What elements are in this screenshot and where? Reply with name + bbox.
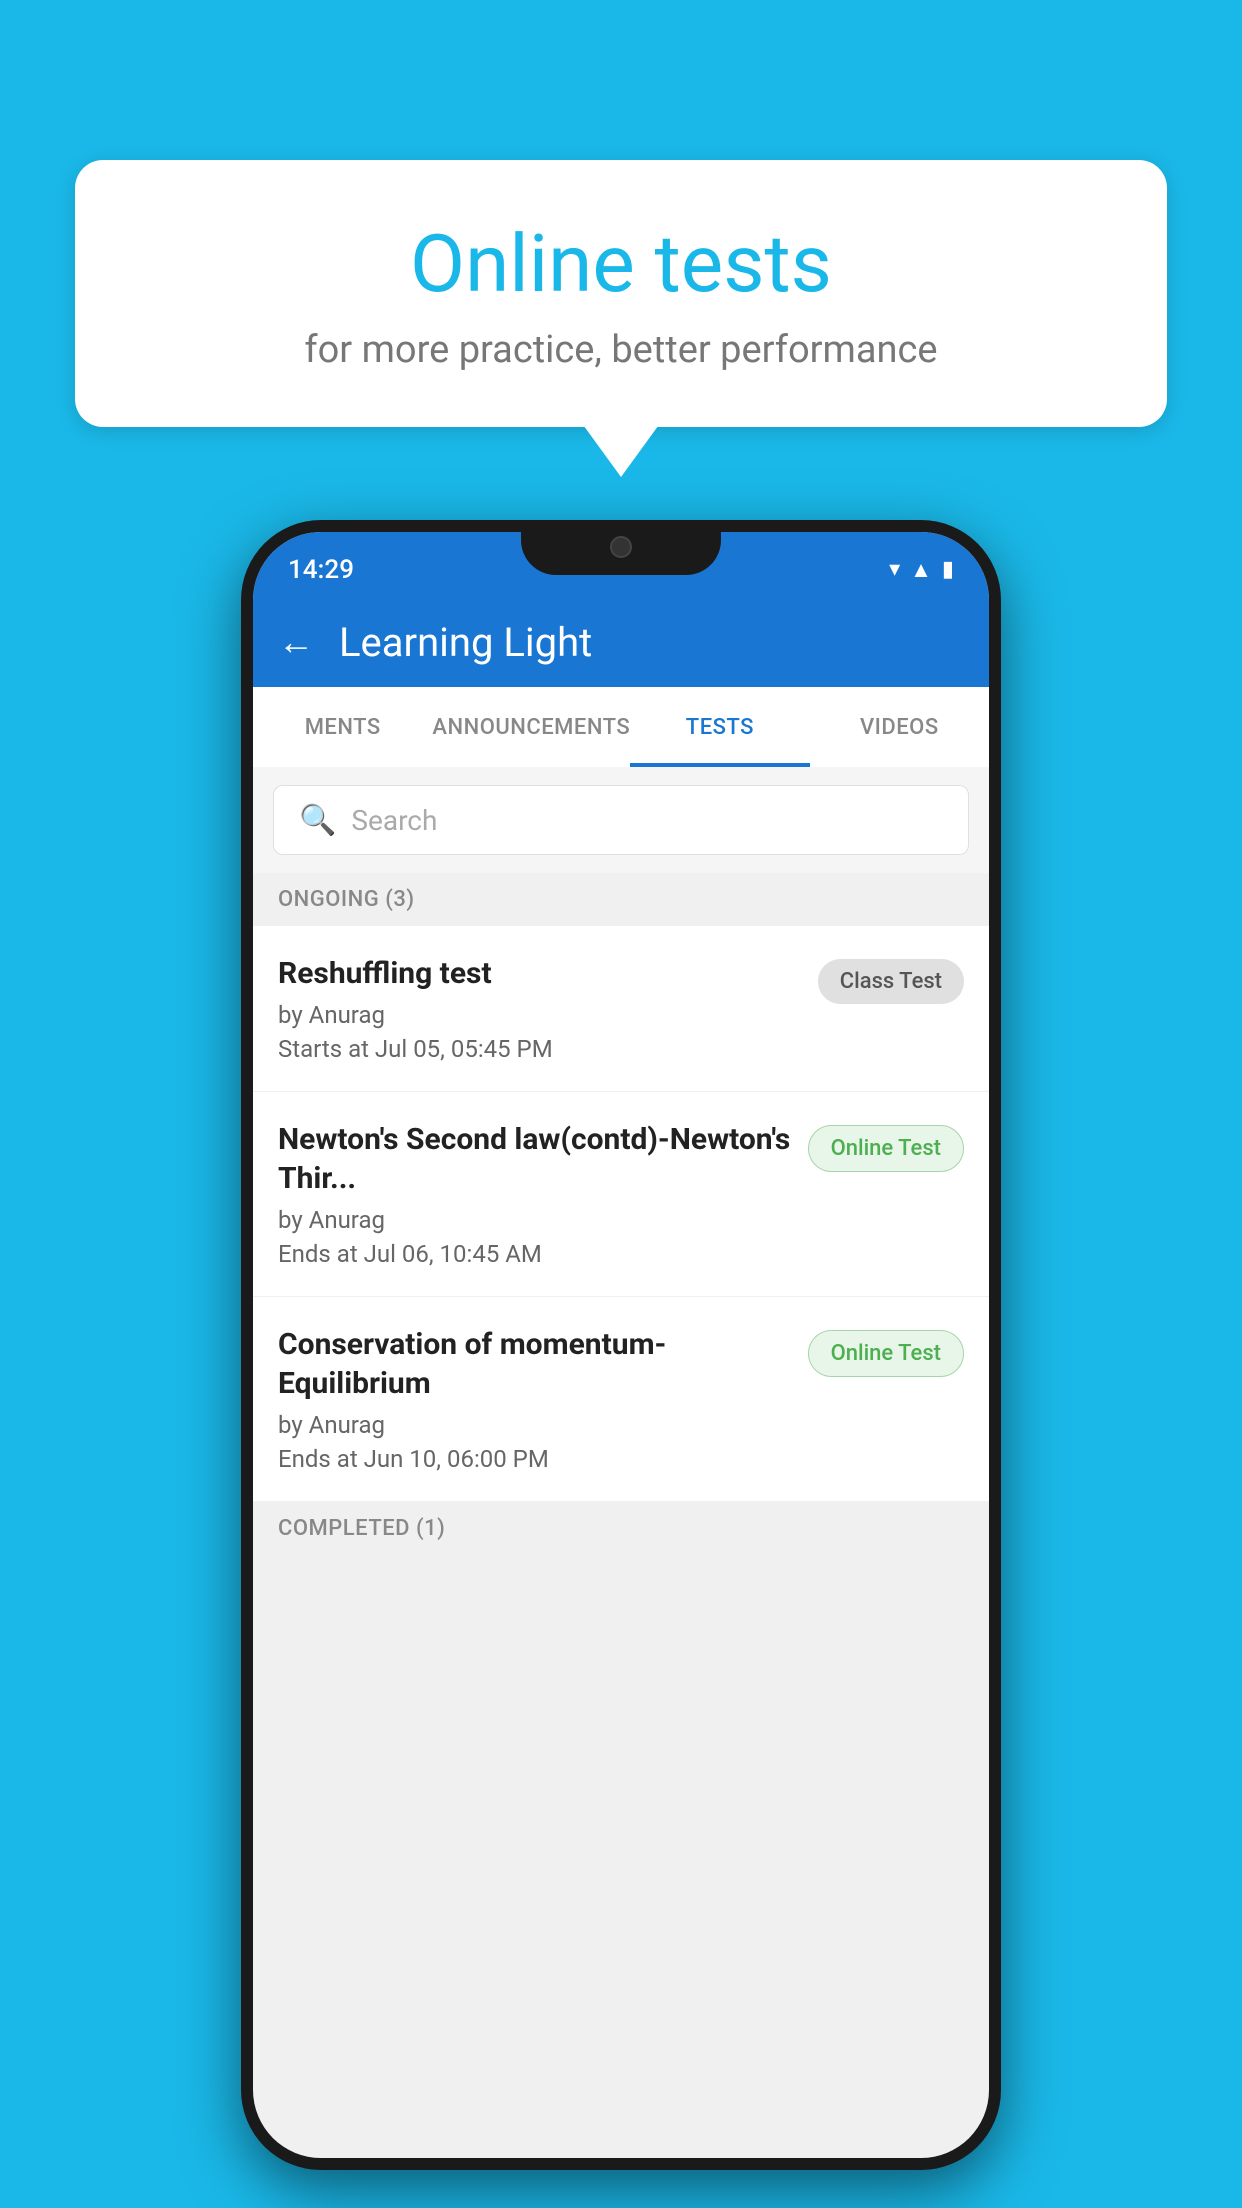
completed-section-title: COMPLETED (1) (278, 1516, 445, 1541)
test-date-reshuffling: Starts at Jul 05, 05:45 PM (278, 1035, 803, 1063)
test-name-reshuffling: Reshuffling test (278, 954, 803, 993)
test-info-conservation: Conservation of momentum-Equilibrium by … (278, 1325, 808, 1473)
test-author-conservation: by Anurag (278, 1411, 793, 1439)
tab-videos[interactable]: VIDEOS (810, 687, 989, 767)
test-date-conservation: Ends at Jun 10, 06:00 PM (278, 1445, 793, 1473)
tabs-bar: MENTS ANNOUNCEMENTS TESTS VIDEOS (253, 687, 989, 767)
app-bar-title: Learning Light (339, 619, 592, 666)
test-badge-newton: Online Test (808, 1125, 964, 1172)
search-placeholder: Search (351, 804, 437, 837)
tab-ments[interactable]: MENTS (253, 687, 432, 767)
ongoing-section-header: ONGOING (3) (253, 873, 989, 926)
test-date-newton: Ends at Jul 06, 10:45 AM (278, 1240, 793, 1268)
tab-tests[interactable]: TESTS (630, 687, 809, 767)
test-item-reshuffling[interactable]: Reshuffling test by Anurag Starts at Jul… (253, 926, 989, 1092)
wifi-icon: ▾ (889, 557, 900, 582)
test-badge-reshuffling: Class Test (818, 959, 964, 1004)
phone-frame: 14:29 ▾ ▲ ▮ ← Learning Light MENTS ANNOU… (241, 520, 1001, 2170)
phone-mockup: 14:29 ▾ ▲ ▮ ← Learning Light MENTS ANNOU… (241, 520, 1001, 2170)
bubble-subtitle: for more practice, better performance (125, 328, 1117, 372)
app-bar: ← Learning Light (253, 597, 989, 687)
test-info-newton: Newton's Second law(contd)-Newton's Thir… (278, 1120, 808, 1268)
completed-section-header: COMPLETED (1) (253, 1502, 989, 1555)
bubble-title: Online tests (125, 220, 1117, 308)
tab-announcements[interactable]: ANNOUNCEMENTS (432, 687, 630, 767)
test-author-newton: by Anurag (278, 1206, 793, 1234)
battery-icon: ▮ (942, 557, 954, 582)
signal-icon: ▲ (910, 557, 932, 583)
test-item-newton[interactable]: Newton's Second law(contd)-Newton's Thir… (253, 1092, 989, 1297)
test-name-conservation: Conservation of momentum-Equilibrium (278, 1325, 793, 1403)
search-icon: 🔍 (299, 803, 336, 838)
tests-list: Reshuffling test by Anurag Starts at Jul… (253, 926, 989, 1502)
back-button[interactable]: ← (278, 621, 314, 663)
phone-notch (521, 520, 721, 575)
test-badge-conservation: Online Test (808, 1330, 964, 1377)
test-author-reshuffling: by Anurag (278, 1001, 803, 1029)
search-box[interactable]: 🔍 Search (273, 785, 969, 855)
ongoing-section-title: ONGOING (3) (278, 887, 415, 912)
status-time: 14:29 (288, 555, 354, 585)
test-item-conservation[interactable]: Conservation of momentum-Equilibrium by … (253, 1297, 989, 1502)
front-camera (610, 536, 632, 558)
status-icons: ▾ ▲ ▮ (889, 557, 954, 583)
promo-bubble: Online tests for more practice, better p… (75, 160, 1167, 427)
search-container: 🔍 Search (253, 767, 989, 873)
test-name-newton: Newton's Second law(contd)-Newton's Thir… (278, 1120, 793, 1198)
test-info-reshuffling: Reshuffling test by Anurag Starts at Jul… (278, 954, 818, 1063)
phone-screen: 14:29 ▾ ▲ ▮ ← Learning Light MENTS ANNOU… (253, 532, 989, 2158)
